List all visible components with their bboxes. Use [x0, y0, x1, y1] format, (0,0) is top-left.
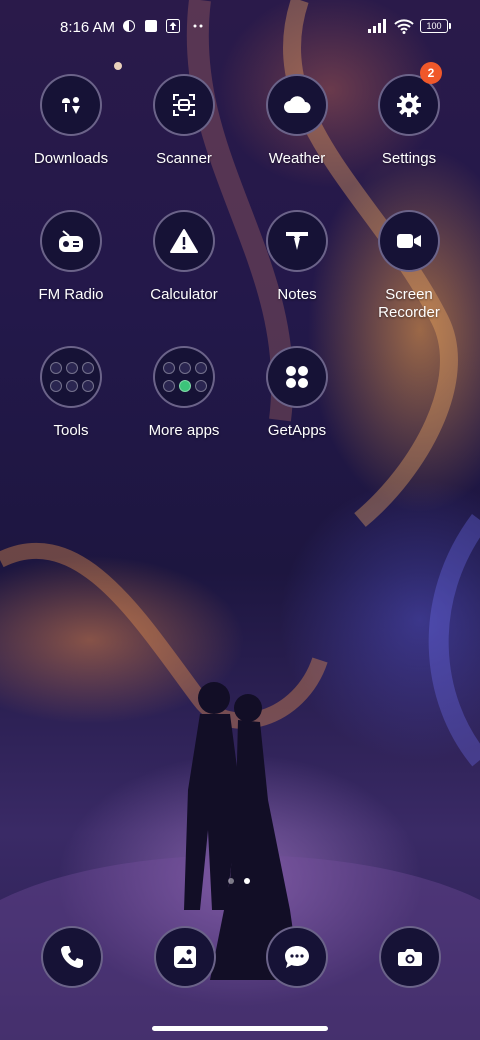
app-label: Screen Recorder: [354, 286, 464, 322]
downloads-icon: [40, 74, 102, 136]
wifi-icon: [394, 19, 414, 34]
status-time: 8:16 AM: [60, 19, 116, 36]
page-dot-active[interactable]: [244, 878, 250, 884]
folder-tools[interactable]: Tools: [16, 346, 126, 440]
app-scanner[interactable]: Scanner: [129, 74, 239, 168]
app-calculator[interactable]: Calculator: [129, 210, 239, 304]
label-line-2: Recorder: [378, 304, 440, 321]
status-indicators: 100: [368, 18, 451, 34]
upload-icon: [166, 19, 180, 33]
app-label: More apps: [148, 422, 220, 439]
app-label: Scanner: [156, 150, 212, 167]
mini-app-icon: [66, 362, 78, 374]
mini-app-icon: [163, 362, 175, 374]
app-label: FM Radio: [38, 286, 104, 303]
mini-app-icon: [50, 380, 62, 392]
cloud-icon: [266, 74, 328, 136]
folder-icon: [153, 346, 215, 408]
messages-icon: [285, 946, 309, 968]
dock-gallery[interactable]: [154, 926, 216, 988]
gallery-icon: [174, 946, 196, 968]
camera-icon: [398, 949, 422, 966]
dock-messages[interactable]: [266, 926, 328, 988]
mini-app-icon: [50, 362, 62, 374]
mini-app-icon: [163, 380, 175, 392]
app-label: Downloads: [33, 150, 109, 167]
app-label: Weather: [268, 150, 326, 167]
app-screen-recorder[interactable]: Screen Recorder: [354, 210, 464, 322]
app-label: GetApps: [267, 422, 327, 439]
app-notes[interactable]: Notes: [242, 210, 352, 304]
dock-phone[interactable]: [41, 926, 103, 988]
app-label: Notes: [277, 286, 317, 303]
app-weather[interactable]: Weather: [242, 74, 352, 168]
gear-icon: 2: [378, 62, 442, 136]
folder-icon: [40, 346, 102, 408]
app-label: Settings: [381, 150, 437, 167]
folder-more-apps[interactable]: More apps: [129, 346, 239, 440]
signal-icon: [368, 19, 386, 33]
page-dot[interactable]: [228, 878, 234, 884]
label-line-1: Screen: [385, 286, 433, 303]
battery-level: 100: [426, 21, 442, 31]
mini-app-icon: [179, 380, 191, 392]
notification-badge: 2: [420, 62, 442, 84]
four-circles-icon: [266, 346, 328, 408]
app-fm-radio[interactable]: FM Radio: [16, 210, 126, 304]
app-downloads[interactable]: Downloads: [16, 74, 126, 168]
scanner-icon: [153, 74, 215, 136]
more-dots-icon: [193, 24, 203, 28]
page-indicator[interactable]: [228, 878, 250, 884]
warning-triangle-icon: [153, 210, 215, 272]
mini-app-icon: [179, 362, 191, 374]
radio-icon: [40, 210, 102, 272]
mini-app-icon: [82, 380, 94, 392]
vpn-icon: [123, 20, 135, 32]
app-label: Tools: [53, 422, 89, 439]
app-getapps[interactable]: GetApps: [242, 346, 352, 440]
status-bar: 8:16 AM 100: [0, 0, 480, 56]
video-camera-icon: [378, 210, 440, 272]
app-label: Calculator: [150, 286, 218, 303]
mini-app-icon: [195, 362, 207, 374]
notes-funnel-icon: [266, 210, 328, 272]
home-indicator[interactable]: [152, 1026, 328, 1031]
phone-icon: [61, 946, 83, 968]
mini-app-icon: [66, 380, 78, 392]
app-settings[interactable]: 2 Settings: [354, 62, 464, 168]
mini-app-icon: [195, 380, 207, 392]
dock-camera[interactable]: [379, 926, 441, 988]
battery-icon: 100: [420, 19, 451, 33]
mini-app-icon: [82, 362, 94, 374]
square-icon: [145, 20, 157, 32]
